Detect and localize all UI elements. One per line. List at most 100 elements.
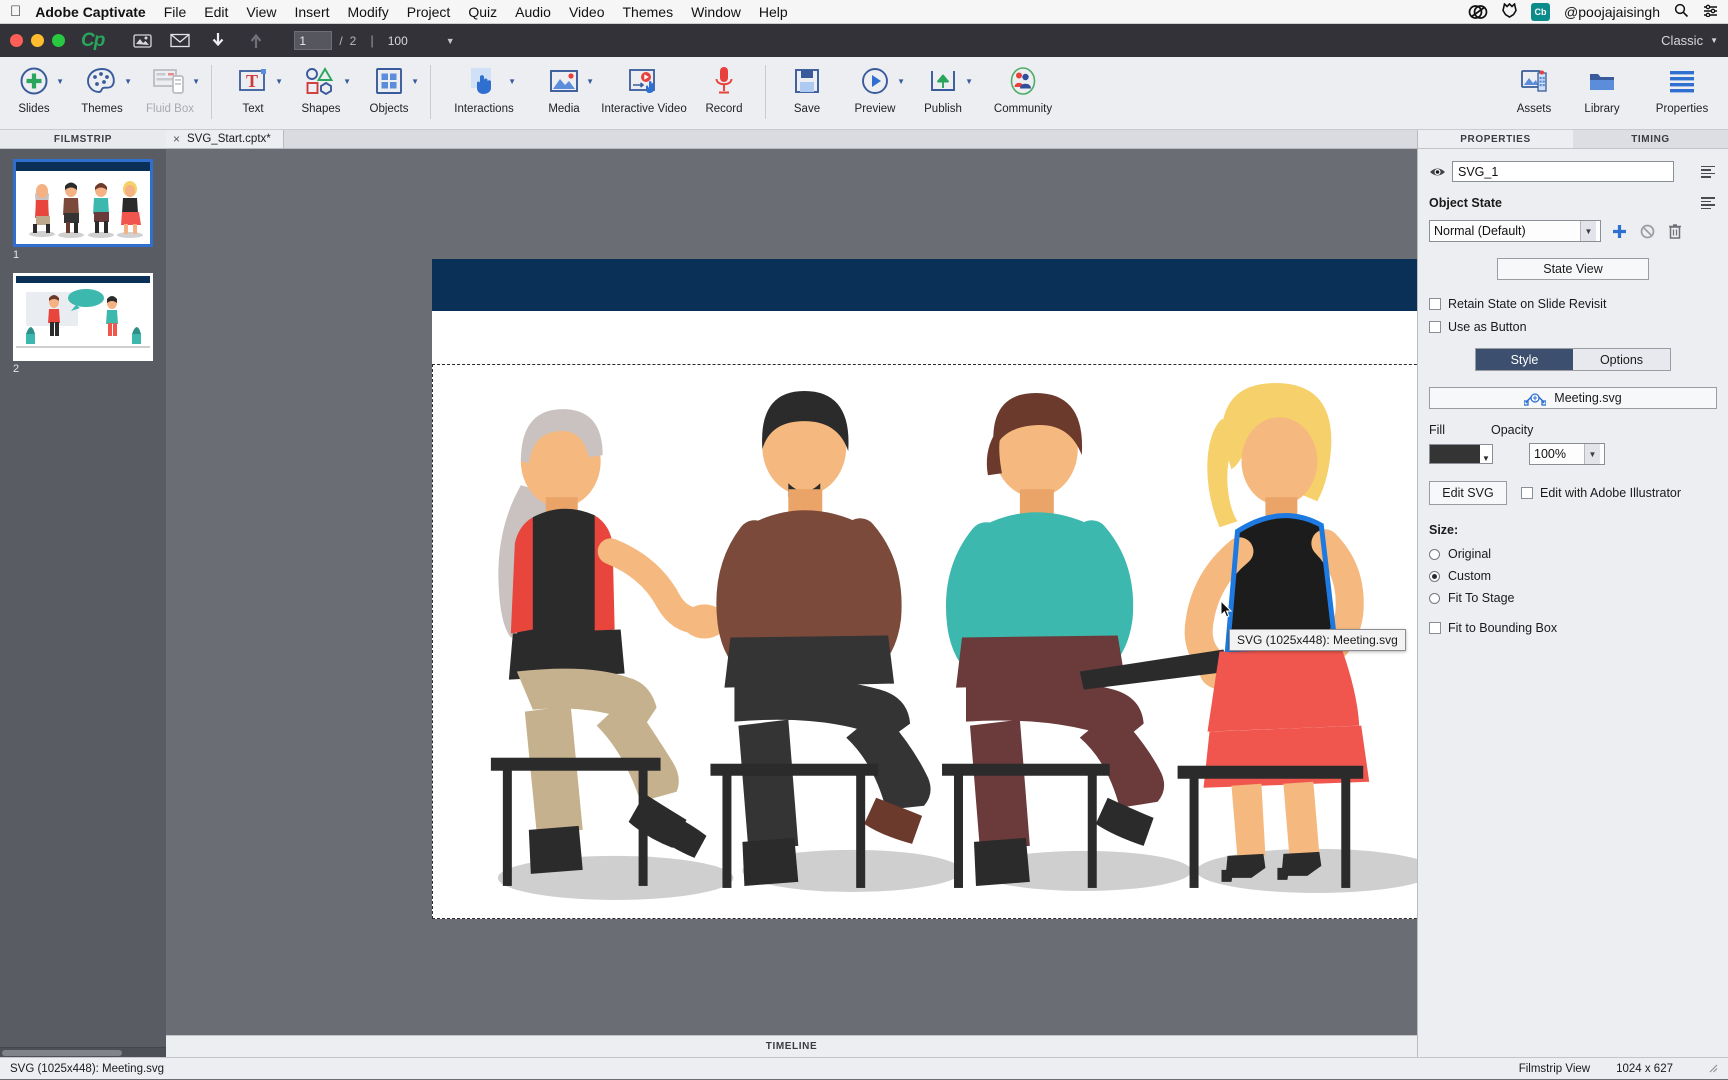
menu-quiz[interactable]: Quiz [468,4,497,20]
workspace-switcher[interactable]: Classic ▼ [1661,33,1718,48]
chevron-down-icon[interactable]: ▼ [56,77,64,86]
menu-themes[interactable]: Themes [623,4,674,20]
retain-state-checkbox-row[interactable]: Retain State on Slide Revisit [1429,297,1717,311]
edit-svg-button[interactable]: Edit SVG [1429,481,1507,505]
chevron-down-icon[interactable]: ▼ [275,77,283,86]
use-as-button-checkbox[interactable] [1429,321,1441,333]
eye-icon[interactable] [1429,163,1446,180]
scrollbar-thumb[interactable] [2,1050,122,1056]
slide-stage[interactable] [432,259,1417,919]
ribbon-interactions-button[interactable]: ▼ Interactions [438,57,530,130]
menu-file[interactable]: File [164,4,187,20]
ribbon-text-button[interactable]: T ▼ Text [219,57,287,130]
filmstrip-horizontal-scrollbar[interactable] [0,1047,166,1057]
menu-edit[interactable]: Edit [204,4,228,20]
zoom-button[interactable] [52,34,65,47]
upload-icon[interactable] [244,30,268,52]
ribbon-slides-button[interactable]: ▼ Slides [0,57,68,130]
slide-thumbnail-1[interactable]: 1 [13,159,153,261]
size-option-custom[interactable]: Custom [1429,569,1717,583]
fill-color-swatch[interactable]: ▼ [1429,444,1493,464]
ribbon-assets-button[interactable]: Assets [1500,57,1568,130]
chevron-down-icon[interactable]: ▼ [192,77,200,86]
status-view-mode[interactable]: Filmstrip View [1519,1063,1590,1075]
close-button[interactable] [10,34,23,47]
download-icon[interactable] [206,30,230,52]
timeline-panel-header[interactable]: TIMELINE [166,1035,1417,1057]
menu-view[interactable]: View [246,4,276,20]
state-select[interactable]: Normal (Default) ▼ [1429,220,1601,242]
ribbon-record-button[interactable]: Record [690,57,758,130]
chevron-down-icon[interactable]: ▼ [508,77,516,86]
object-state-menu-icon[interactable] [1701,197,1717,209]
use-as-button-checkbox-row[interactable]: Use as Button [1429,320,1717,334]
menu-audio[interactable]: Audio [515,4,551,20]
ribbon-shapes-button[interactable]: ▼ Shapes [287,57,355,130]
trash-icon[interactable] [1665,221,1685,241]
chevron-down-icon[interactable]: ▼ [897,77,905,86]
opacity-select[interactable]: 100% ▼ [1529,443,1605,465]
minimize-button[interactable] [31,34,44,47]
app-name-menu[interactable]: Adobe Captivate [35,4,145,20]
search-icon[interactable] [1674,3,1689,21]
object-name-input[interactable]: SVG_1 [1452,161,1674,182]
chevron-down-icon[interactable]: ▼ [1480,445,1492,463]
user-account-label[interactable]: @poojajaisingh [1564,4,1660,20]
tab-style[interactable]: Style [1476,349,1573,370]
object-menu-icon[interactable] [1701,165,1717,178]
slide-canvas[interactable]: SVG (1025x448): Meeting.svg [166,149,1417,1035]
menu-insert[interactable]: Insert [295,4,330,20]
slide-number-input[interactable]: 1 [294,31,333,50]
ribbon-objects-button[interactable]: ▼ Objects [355,57,423,130]
chevron-down-icon[interactable]: ▼ [446,36,455,46]
sync-icon[interactable] [1502,1,1517,21]
plus-icon[interactable] [1609,221,1629,241]
fit-bounding-box-row[interactable]: Fit to Bounding Box [1429,621,1717,635]
chevron-down-icon[interactable]: ▼ [343,77,351,86]
zoom-level-value[interactable]: 100 [388,34,408,48]
ribbon-fluidbox-button[interactable]: ▼ Fluid Box [136,57,204,130]
ribbon-interactive-video-button[interactable]: Interactive Video [598,57,690,130]
svg-file-button[interactable]: Meeting.svg [1429,387,1717,409]
chevron-down-icon[interactable]: ▼ [124,77,132,86]
ribbon-publish-button[interactable]: ▼ Publish [909,57,977,130]
chevron-down-icon[interactable]: ▼ [965,77,973,86]
state-view-button[interactable]: State View [1497,258,1649,280]
tab-timing[interactable]: TIMING [1573,130,1728,149]
menu-project[interactable]: Project [407,4,451,20]
menu-help[interactable]: Help [759,4,788,20]
ribbon-library-button[interactable]: Library [1568,57,1636,130]
slide-properties-icon[interactable] [130,30,154,52]
document-tab[interactable]: × SVG_Start.cptx* [166,130,284,148]
radio-fit-to-stage[interactable] [1429,592,1440,604]
resize-grip-icon[interactable] [1709,1064,1718,1073]
creative-cloud-icon[interactable] [1468,3,1488,21]
close-icon[interactable]: × [173,132,180,146]
edit-illustrator-checkbox[interactable] [1521,487,1533,499]
chevron-down-icon[interactable]: ▼ [586,77,594,86]
menu-modify[interactable]: Modify [348,4,389,20]
ribbon-media-button[interactable]: ▼ Media [530,57,598,130]
tab-properties[interactable]: PROPERTIES [1418,130,1573,149]
menu-video[interactable]: Video [569,4,605,20]
ribbon-preview-button[interactable]: ▼ Preview [841,57,909,130]
edit-illustrator-checkbox-row[interactable]: Edit with Adobe Illustrator [1521,486,1681,500]
slide-thumbnail-2[interactable]: 2 [13,273,153,375]
ribbon-themes-button[interactable]: ▼ Themes [68,57,136,130]
size-option-original[interactable]: Original [1429,547,1717,561]
email-icon[interactable] [168,30,192,52]
apple-icon[interactable]:  [10,4,21,19]
fit-bounding-box-checkbox[interactable] [1429,622,1441,634]
ribbon-community-button[interactable]: Community [977,57,1069,130]
tab-options[interactable]: Options [1573,349,1670,370]
radio-original[interactable] [1429,548,1440,560]
ribbon-properties-button[interactable]: Properties [1636,57,1728,130]
chevron-down-icon[interactable]: ▼ [411,77,419,86]
cb-badge-icon[interactable]: Cb [1531,2,1551,21]
control-center-icon[interactable] [1703,4,1718,20]
retain-state-checkbox[interactable] [1429,298,1441,310]
size-option-fit-to-stage[interactable]: Fit To Stage [1429,591,1717,605]
ribbon-save-button[interactable]: Save [773,57,841,130]
menu-window[interactable]: Window [691,4,741,20]
reset-icon[interactable] [1637,221,1657,241]
